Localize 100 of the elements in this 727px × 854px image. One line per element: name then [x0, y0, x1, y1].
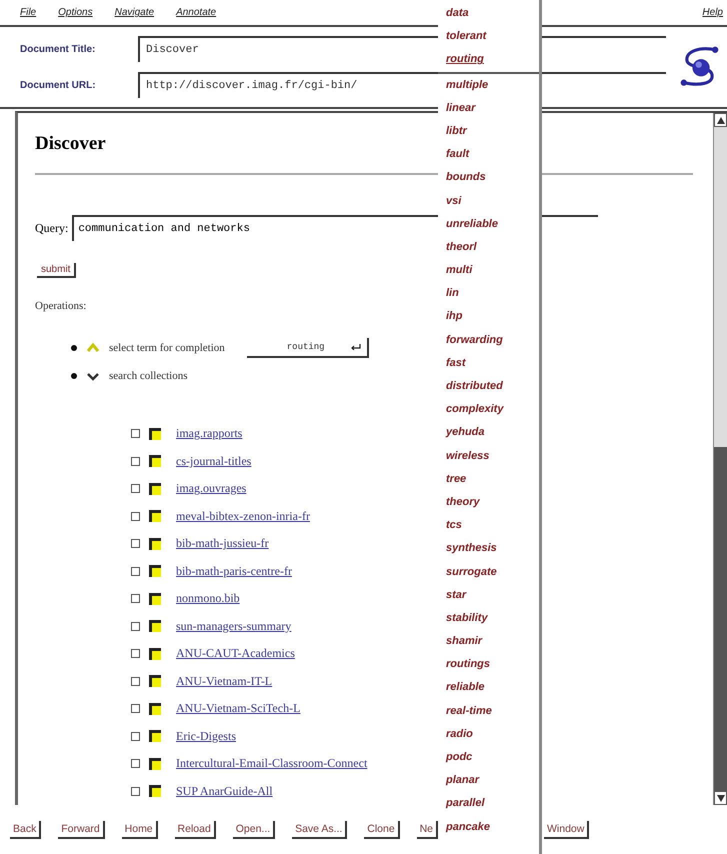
menu-item[interactable]: Navigate	[114, 7, 154, 18]
down-arrow-icon[interactable]	[716, 794, 724, 802]
bullet-icon	[71, 373, 77, 380]
collection-link[interactable]: bib-math-jussieu-fr	[176, 536, 269, 552]
term-option[interactable]: yehuda	[438, 421, 539, 445]
term-option[interactable]: podc	[438, 746, 539, 770]
menu-item[interactable]: Annotate	[176, 7, 216, 18]
collection-link[interactable]: nonmono.bib	[176, 591, 240, 606]
term-option[interactable]: fast	[438, 352, 539, 375]
collection-link[interactable]: Intercultural-Email-Classroom-Connect	[176, 756, 368, 772]
term-option[interactable]: synthesis	[438, 537, 539, 560]
collection-link[interactable]: sun-managers-summary	[176, 618, 292, 634]
checkbox[interactable]	[131, 732, 140, 741]
toolbar-button[interactable]: Window	[544, 820, 590, 839]
checkbox[interactable]	[131, 676, 140, 686]
term-select[interactable]: routing	[246, 338, 369, 358]
term-option[interactable]: shamir	[438, 630, 539, 654]
term-option[interactable]: wireless	[438, 444, 539, 468]
term-option[interactable]: real-time	[438, 700, 539, 723]
term-option[interactable]: libtr	[438, 120, 539, 144]
operations-label: Operations:	[35, 300, 86, 312]
collection-link[interactable]: cs-journal-titles	[176, 454, 252, 469]
term-option[interactable]: fault	[438, 143, 539, 166]
operation-label: search collections	[109, 370, 188, 382]
toolbar-button[interactable]: Save As...	[292, 820, 348, 839]
enter-arrow-icon	[350, 344, 361, 350]
term-option[interactable]: vsi	[438, 190, 539, 213]
checkbox[interactable]	[131, 512, 140, 521]
collection-link[interactable]: bib-math-paris-centre-fr	[176, 564, 292, 579]
toolbar-button[interactable]: Reload	[174, 820, 216, 839]
term-option[interactable]: parallel	[438, 792, 539, 816]
term-option[interactable]: theory	[438, 490, 539, 514]
term-option[interactable]: routings	[438, 653, 539, 676]
field-label: Document URL:	[20, 80, 97, 91]
collection-link[interactable]: imag.ouvrages	[176, 481, 246, 496]
checkbox[interactable]	[131, 759, 140, 768]
checkbox[interactable]	[131, 649, 140, 658]
term-option[interactable]: forwarding	[438, 328, 539, 352]
term-option[interactable]: reliable	[438, 676, 539, 700]
term-option[interactable]: tcs	[438, 514, 539, 538]
flag-icon	[149, 538, 161, 550]
menu-item[interactable]: Options	[58, 7, 93, 18]
checkbox[interactable]	[131, 456, 140, 466]
term-option[interactable]: data	[438, 2, 539, 26]
flag-icon	[149, 648, 161, 660]
term-option[interactable]: tree	[438, 468, 539, 491]
collection-link[interactable]: ANU-Vietnam-IT-L	[176, 674, 272, 689]
checkbox[interactable]	[131, 566, 140, 576]
operation-label: select term for completion	[109, 342, 225, 354]
term-option[interactable]: star	[438, 584, 539, 607]
term-option[interactable]: lin	[438, 282, 539, 306]
term-option[interactable]: stability	[438, 606, 539, 630]
term-option[interactable]: unreliable	[438, 212, 539, 236]
term-option[interactable]: complexity	[438, 398, 539, 422]
toolbar-button[interactable]: Clone	[364, 820, 400, 839]
checkbox[interactable]	[131, 484, 140, 494]
term-option[interactable]: pancake	[438, 816, 539, 839]
page-heading: Discover	[35, 133, 106, 156]
term-option[interactable]: linear	[438, 96, 539, 120]
term-option[interactable]: multiple	[438, 74, 539, 97]
toolbar-button[interactable]: Forward	[58, 820, 105, 839]
term-option[interactable]: multi	[438, 259, 539, 282]
submit-button[interactable]: submit	[37, 263, 76, 278]
toolbar-button[interactable]: Open...	[232, 820, 276, 839]
collection-link[interactable]: ANU-CAUT-Academics	[176, 646, 295, 662]
term-option[interactable]: routing	[438, 48, 539, 74]
flag-icon	[149, 785, 161, 798]
term-option[interactable]: bounds	[438, 166, 539, 190]
help-menu[interactable]: Help	[702, 7, 723, 18]
checkbox[interactable]	[131, 429, 140, 438]
checkbox[interactable]	[131, 704, 140, 714]
flag-icon	[149, 455, 161, 468]
up-arrow-icon[interactable]	[716, 116, 724, 124]
checkbox[interactable]	[131, 594, 140, 604]
term-option[interactable]: ihp	[438, 305, 539, 329]
collection-link[interactable]: ANU-Vietnam-SciTech-L	[176, 701, 300, 716]
field-label: Document Title:	[20, 44, 96, 55]
term-option[interactable]: planar	[438, 769, 539, 792]
checkbox[interactable]	[131, 622, 140, 631]
collection-link[interactable]: SUP AnarGuide-All	[176, 784, 273, 799]
flag-icon	[149, 428, 161, 440]
collection-link[interactable]: imag.rapports	[176, 426, 242, 442]
flag-icon	[149, 730, 161, 742]
flag-icon	[149, 592, 161, 605]
toolbar-button[interactable]: Home	[122, 820, 158, 839]
checkbox[interactable]	[131, 539, 140, 548]
collection-link[interactable]: meval-bibtex-zenon-inria-fr	[176, 508, 310, 524]
flag-icon	[149, 758, 161, 770]
bullet-icon	[71, 345, 77, 352]
menu-item[interactable]: File	[20, 7, 36, 18]
toolbar-button[interactable]: Ne	[416, 820, 438, 839]
toolbar-button[interactable]: Back	[10, 820, 42, 839]
term-option[interactable]: radio	[438, 722, 539, 746]
flag-icon	[149, 510, 161, 522]
scrollbar[interactable]	[713, 113, 727, 806]
checkbox[interactable]	[131, 786, 140, 796]
term-option[interactable]: surrogate	[438, 560, 539, 584]
term-option[interactable]: distributed	[438, 375, 539, 398]
flag-icon	[149, 675, 161, 688]
collection-link[interactable]: Eric-Digests	[176, 728, 236, 744]
